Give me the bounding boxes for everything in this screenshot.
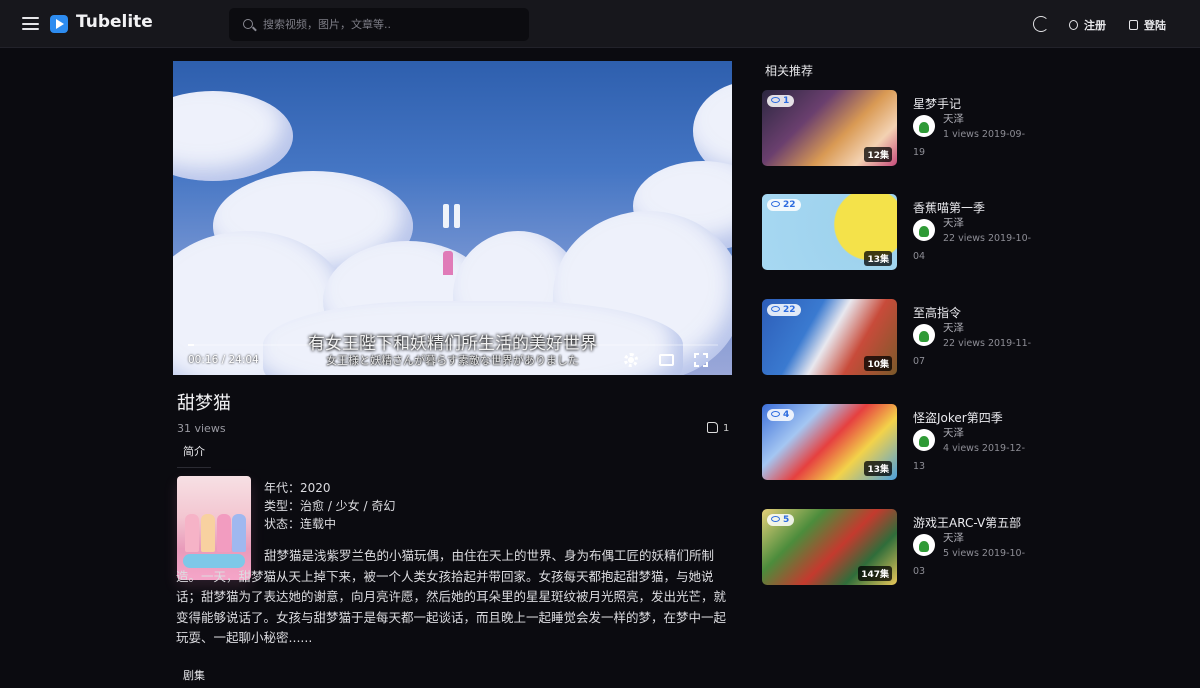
like-button[interactable]: 1 — [707, 422, 729, 434]
related-item-title[interactable]: 怪盗Joker第四季 — [913, 409, 1003, 426]
related-item-title[interactable]: 星梦手记 — [913, 95, 961, 112]
eye-icon — [771, 516, 780, 522]
top-header: Tubelite 注册 登陆 — [0, 0, 1200, 48]
like-count: 1 — [723, 423, 730, 434]
episode-badge: 13集 — [864, 251, 892, 266]
author-name[interactable]: 天泽 — [943, 530, 964, 545]
login-label: 登陆 — [1144, 19, 1166, 32]
author-name[interactable]: 天泽 — [943, 215, 964, 230]
time-display: 00:16 / 24:04 — [188, 354, 259, 366]
tab-intro[interactable]: 简介 — [177, 443, 211, 468]
pause-icon[interactable] — [443, 204, 463, 228]
related-thumbnail[interactable]: 22 10集 — [762, 299, 897, 375]
related-item-meta: 5 views 2019-10-03 — [913, 548, 1026, 577]
related-item-title[interactable]: 游戏王ARC-V第五部 — [913, 514, 1021, 531]
eye-icon — [771, 97, 780, 103]
video-views: 31 views — [177, 422, 226, 435]
view-count-badge: 4 — [767, 409, 795, 421]
eye-icon — [771, 201, 780, 207]
author-name[interactable]: 天泽 — [943, 320, 964, 335]
video-title: 甜梦猫 — [177, 393, 231, 414]
eye-icon — [771, 411, 780, 417]
fullscreen-icon[interactable] — [694, 353, 708, 367]
settings-gear-icon[interactable] — [624, 353, 638, 367]
author-name[interactable]: 天泽 — [943, 425, 964, 440]
episode-badge: 12集 — [864, 147, 892, 162]
related-thumbnail[interactable]: 1 12集 — [762, 90, 897, 166]
castle-tower — [443, 251, 453, 275]
related-thumbnail[interactable]: 5 147集 — [762, 509, 897, 585]
search-input[interactable] — [263, 8, 513, 41]
related-thumbnail[interactable]: 22 13集 — [762, 194, 897, 270]
thumbs-up-icon — [707, 422, 718, 433]
related-item-title[interactable]: 至高指令 — [913, 304, 961, 321]
login-icon — [1129, 20, 1138, 30]
dark-mode-toggle-icon[interactable] — [1033, 16, 1049, 32]
view-count-badge: 5 — [767, 514, 795, 526]
author-name[interactable]: 天泽 — [943, 111, 964, 126]
info-status: 状态：连载中 — [264, 517, 337, 531]
view-count-badge: 22 — [767, 199, 801, 211]
episode-badge: 13集 — [864, 461, 892, 476]
related-item[interactable]: 22 10集 至高指令 天泽 22 views 2019-11-07 — [762, 299, 1200, 375]
cloud-shape — [173, 91, 293, 181]
info-genre: 类型：治愈 / 少女 / 奇幻 — [264, 499, 396, 513]
episode-badge: 147集 — [858, 566, 892, 581]
play-logo-icon[interactable] — [50, 15, 68, 33]
related-title: 相关推荐 — [765, 64, 814, 78]
related-item[interactable]: 1 12集 星梦手记 天泽 1 views 2019-09-19 — [762, 90, 1200, 166]
hamburger-menu-icon[interactable] — [22, 17, 39, 30]
info-year: 年代：2020 — [264, 481, 331, 495]
related-item-meta: 22 views 2019-11-07 — [913, 338, 1032, 367]
register-label: 注册 — [1084, 19, 1106, 32]
related-item[interactable]: 4 13集 怪盗Joker第四季 天泽 4 views 2019-12-13 — [762, 404, 1200, 480]
search-icon — [243, 19, 253, 29]
register-button[interactable]: 注册 — [1069, 17, 1106, 33]
related-item-meta: 22 views 2019-10-04 — [913, 233, 1032, 262]
related-item[interactable]: 5 147集 游戏王ARC-V第五部 天泽 5 views 2019-10-03 — [762, 509, 1200, 585]
video-player[interactable]: 有女王陛下和妖精们所生活的美好世界 女王様と妖精さんが暮らす素敵な世界がありまし… — [173, 61, 732, 375]
related-item-meta: 4 views 2019-12-13 — [913, 443, 1026, 472]
related-item-meta: 1 views 2019-09-19 — [913, 129, 1026, 158]
video-description: 甜梦猫是浅紫罗兰色的小猫玩偶，由住在天上的世界、身为布偶工匠的妖精们所制造。一天… — [176, 548, 727, 645]
related-item-title[interactable]: 香蕉喵第一季 — [913, 199, 985, 216]
login-button[interactable]: 登陆 — [1129, 17, 1166, 33]
view-count-badge: 1 — [767, 95, 795, 107]
user-icon — [1069, 20, 1078, 30]
picture-in-picture-icon[interactable] — [659, 354, 674, 366]
site-logo[interactable]: Tubelite — [76, 12, 153, 32]
progress-fill — [188, 344, 194, 346]
related-thumbnail[interactable]: 4 13集 — [762, 404, 897, 480]
progress-bar[interactable] — [188, 344, 718, 346]
tab-episodes[interactable]: 剧集 — [177, 667, 211, 688]
episode-badge: 10集 — [864, 356, 892, 371]
search-box[interactable] — [229, 8, 529, 41]
view-count-badge: 22 — [767, 304, 801, 316]
related-item[interactable]: 22 13集 香蕉喵第一季 天泽 22 views 2019-10-04 — [762, 194, 1200, 270]
eye-icon — [771, 306, 780, 312]
subtitle-chinese: 有女王陛下和妖精们所生活的美好世界 — [308, 334, 597, 354]
